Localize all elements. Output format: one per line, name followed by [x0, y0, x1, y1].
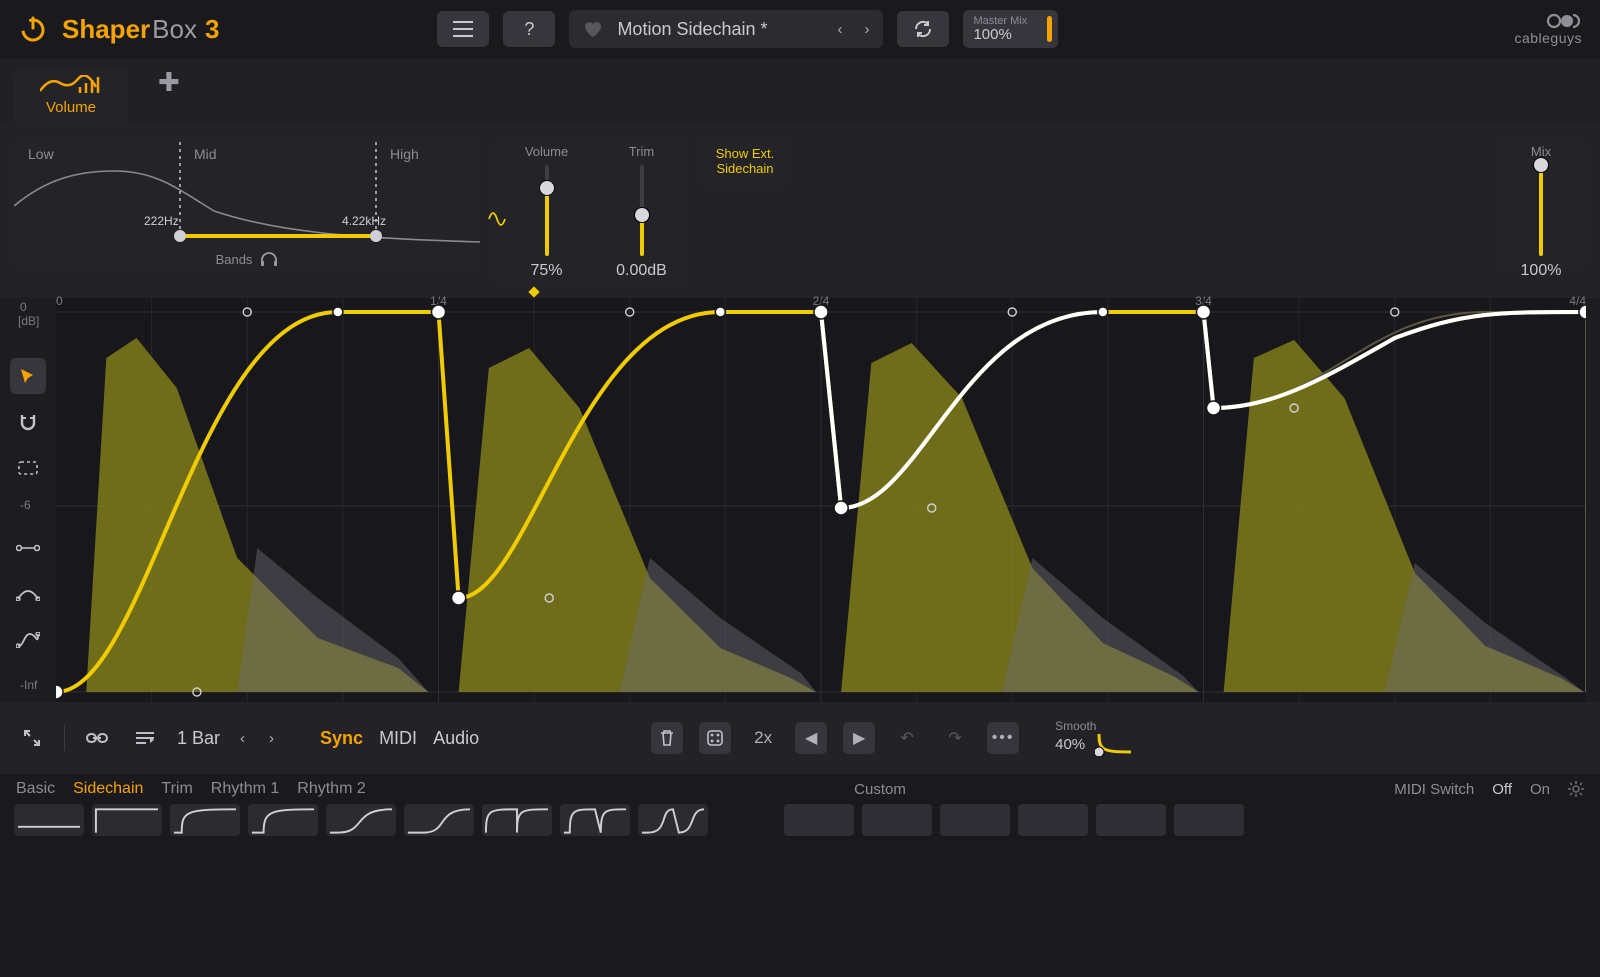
volume-trim-panel: Volume 75% Trim 0.00dB: [494, 136, 684, 288]
preset-next[interactable]: ›: [860, 21, 873, 38]
mix-slider[interactable]: Mix 100%: [1496, 136, 1586, 288]
undo-icon[interactable]: ↶: [891, 722, 923, 754]
preset-shape[interactable]: [560, 804, 630, 836]
length-next[interactable]: ›: [265, 730, 278, 747]
smooth-control[interactable]: Smooth 40%: [1055, 720, 1135, 756]
custom-slot[interactable]: [1174, 804, 1244, 836]
tool-curve[interactable]: [10, 576, 46, 612]
band-split-panel[interactable]: Low Mid High 222Hz 4.22kHz Bands: [14, 136, 480, 272]
lfo-icon[interactable]: [488, 212, 506, 226]
custom-slot[interactable]: [1018, 804, 1088, 836]
help-button[interactable]: ?: [503, 11, 555, 47]
trash-icon[interactable]: [651, 722, 683, 754]
tool-pointer[interactable]: [10, 358, 46, 394]
preset-shape[interactable]: [638, 804, 708, 836]
cat-rhythm2[interactable]: Rhythm 2: [297, 780, 365, 798]
cat-rhythm1[interactable]: Rhythm 1: [211, 780, 279, 798]
refresh-button[interactable]: [897, 11, 949, 47]
step-back-icon[interactable]: ◀: [795, 722, 827, 754]
custom-label: Custom: [854, 781, 906, 798]
dice-icon[interactable]: [699, 722, 731, 754]
split1-value: 222Hz: [144, 214, 179, 228]
preset-shape[interactable]: [248, 804, 318, 836]
bars-menu-icon[interactable]: [129, 722, 161, 754]
add-tab-button[interactable]: ✚: [140, 41, 198, 124]
midi-switch-on[interactable]: On: [1530, 781, 1550, 798]
preset-shape[interactable]: [92, 804, 162, 836]
band-mid-label: Mid: [194, 146, 217, 162]
custom-slot[interactable]: [1096, 804, 1166, 836]
preset-shape[interactable]: [326, 804, 396, 836]
midi-switch-off[interactable]: Off: [1492, 781, 1512, 798]
preset-shape[interactable]: [170, 804, 240, 836]
show-ext-sidechain-button[interactable]: Show Ext. Sidechain: [698, 136, 792, 186]
band-low-label: Low: [28, 146, 54, 162]
trim-slider[interactable]: Trim 0.00dB: [599, 144, 684, 280]
volume-tab-icon: [40, 75, 102, 95]
tab-volume[interactable]: Volume: [14, 67, 128, 124]
custom-slot[interactable]: [784, 804, 854, 836]
preset-shape[interactable]: [482, 804, 552, 836]
midi-switch-label: MIDI Switch: [1394, 781, 1474, 798]
master-mix-bar: [1047, 16, 1052, 42]
link-icon[interactable]: [81, 722, 113, 754]
x2-button[interactable]: 2x: [747, 722, 779, 754]
master-mix[interactable]: Master Mix 100%: [963, 10, 1058, 48]
mode-midi[interactable]: MIDI: [379, 728, 417, 749]
tool-select[interactable]: [10, 450, 46, 486]
mode-audio[interactable]: Audio: [433, 728, 479, 749]
band-high-label: High: [390, 146, 419, 162]
tool-magnet[interactable]: [10, 404, 46, 440]
brand-logo: cableguys: [1514, 12, 1582, 46]
bands-footer-label: Bands: [216, 252, 253, 267]
volume-slider[interactable]: Volume 75%: [504, 144, 589, 280]
preset-selector[interactable]: Motion Sidechain * ‹ ›: [569, 10, 883, 48]
redo-icon[interactable]: ↷: [939, 722, 971, 754]
envelope-graph[interactable]: 0 [dB] -6 -Inf 0 1/4 2/4 3/4 4/4: [56, 298, 1586, 702]
heart-icon[interactable]: [583, 20, 603, 38]
more-icon[interactable]: •••: [987, 722, 1019, 754]
mode-sync[interactable]: Sync: [320, 728, 363, 749]
custom-slot[interactable]: [862, 804, 932, 836]
power-icon[interactable]: [18, 14, 48, 44]
product-title: ShaperBox 3: [62, 14, 219, 45]
preset-shape[interactable]: [404, 804, 474, 836]
menu-button[interactable]: [437, 11, 489, 47]
tool-scurve[interactable]: [10, 622, 46, 658]
active-slider-marker: [528, 286, 540, 298]
preset-name: Motion Sidechain *: [617, 19, 819, 40]
preset-shape[interactable]: [14, 804, 84, 836]
length-prev[interactable]: ‹: [236, 730, 249, 747]
mix-panel: Mix 100%: [1496, 136, 1586, 272]
gear-icon[interactable]: [1568, 781, 1584, 797]
custom-slot[interactable]: [940, 804, 1010, 836]
step-fwd-icon[interactable]: ▶: [843, 722, 875, 754]
preset-prev[interactable]: ‹: [833, 21, 846, 38]
expand-icon[interactable]: [16, 722, 48, 754]
headphones-icon[interactable]: [260, 252, 278, 266]
cat-sidechain[interactable]: Sidechain: [73, 780, 143, 798]
cat-basic[interactable]: Basic: [16, 780, 55, 798]
cat-trim[interactable]: Trim: [161, 780, 192, 798]
tool-line[interactable]: [10, 530, 46, 566]
loop-length[interactable]: 1 Bar: [177, 728, 220, 749]
split2-value: 4.22kHz: [342, 214, 386, 228]
